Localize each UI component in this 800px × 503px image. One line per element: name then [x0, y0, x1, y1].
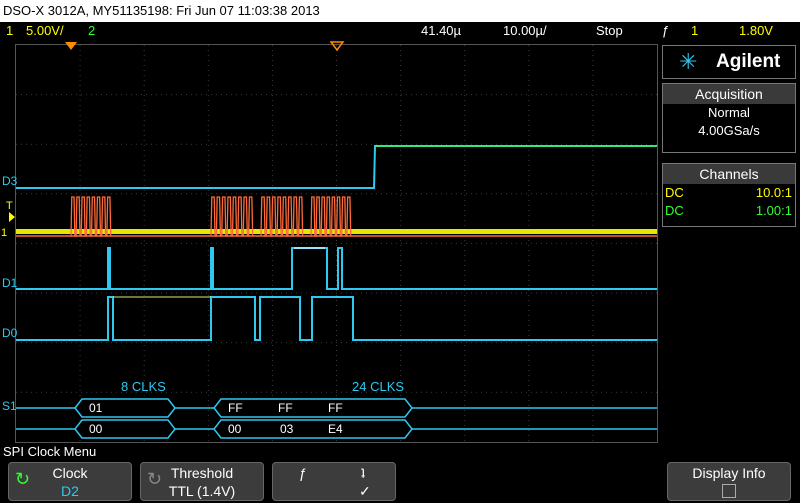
threshold-softkey[interactable]: ↻ Threshold TTL (1.4V)	[140, 462, 264, 501]
trigger-position-marker	[65, 42, 77, 50]
acquisition-header: Acquisition	[663, 84, 795, 104]
channel-1-probe-ratio: 10.0:1	[755, 185, 792, 200]
channels-panel[interactable]: Channels DC 10.0:1 DC 1.00:1	[662, 163, 796, 227]
clks-left-label: 8 CLKS	[121, 379, 166, 394]
miso-byte: 00	[89, 422, 103, 436]
horizontal-delay: 41.40µ	[421, 23, 462, 38]
ch1-ground-marker: 1	[1, 227, 7, 239]
run-state: Stop	[596, 23, 623, 38]
channels-header: Channels	[663, 164, 795, 184]
display-info-label: Display Info	[692, 465, 766, 481]
d1-label: D1	[2, 276, 18, 290]
channel-1-coupling: DC	[665, 185, 684, 200]
ch1-scale[interactable]: 5.00V/	[26, 22, 64, 40]
trigger-level-arrow	[9, 212, 15, 222]
ch1-number[interactable]: 1	[6, 22, 13, 40]
clock-edge-softkey[interactable]: ƒ ʇ ✓	[272, 462, 396, 501]
s1-label: S1	[2, 399, 17, 413]
channel-2-probe-ratio: 1.00:1	[755, 203, 792, 218]
window-title: DSO-X 3012A, MY51135198: Fri Jun 07 11:0…	[0, 0, 800, 22]
mosi-byte: FF	[228, 401, 243, 415]
acquisition-mode: Normal	[708, 105, 750, 120]
falling-edge-icon: ʇ	[361, 465, 365, 481]
graticule-grid	[16, 45, 657, 442]
channel-2-row: DC 1.00:1	[663, 202, 795, 220]
d3-label: D3	[2, 174, 18, 188]
mosi-packet-2	[213, 398, 413, 418]
channel-2-coupling: DC	[665, 203, 684, 218]
entry-knob-icon: ↻	[15, 469, 31, 489]
miso-byte: E4	[328, 422, 343, 436]
clock-softkey[interactable]: ↻ Clock D2	[8, 462, 132, 501]
trigger-edge-icon: ƒ	[662, 23, 670, 38]
rising-edge-icon: ƒ	[299, 465, 307, 481]
status-bar: 1 5.00V/ 2 41.40µ 10.00µ/ Stop ƒ 1 1.80V	[0, 22, 800, 40]
agilent-spark-icon: ✳	[679, 49, 698, 74]
sample-rate: 4.00GSa/s	[698, 123, 760, 138]
brand-panel: ✳ Agilent	[662, 45, 796, 79]
miso-byte: 03	[280, 422, 294, 436]
trigger-source: 1	[691, 23, 699, 38]
mosi-byte: FF	[278, 401, 293, 415]
clks-right-label: 24 CLKS	[352, 379, 404, 394]
d0-label: D0	[2, 326, 18, 340]
waveform-display: D3 T 1 D1 D0 8 CLKS 24 CLKS S1 01 FF FF …	[1, 41, 658, 443]
mosi-byte: FF	[328, 401, 343, 415]
display-info-softkey[interactable]: Display Info	[667, 462, 791, 501]
trigger-level-label: T	[6, 200, 13, 212]
acquisition-panel[interactable]: Acquisition Normal 4.00GSa/s	[662, 83, 796, 153]
miso-packet-2	[213, 419, 413, 439]
d3-trace	[16, 145, 657, 189]
ch2-number[interactable]: 2	[88, 22, 95, 40]
entry-knob-icon: ↻	[147, 469, 163, 489]
menu-title: SPI Clock Menu	[3, 444, 97, 459]
trigger-level: 1.80V	[739, 23, 773, 38]
edge-check-icon: ✓	[359, 483, 371, 499]
brand-name: Agilent	[716, 51, 781, 72]
channel-1-row: DC 10.0:1	[663, 184, 795, 202]
timebase-scale: 10.00µ/	[503, 23, 547, 38]
mosi-byte: 01	[89, 401, 103, 415]
miso-byte: 00	[228, 422, 242, 436]
display-info-checkbox[interactable]	[722, 484, 736, 498]
d0-trace	[16, 296, 657, 341]
d1-trace	[16, 247, 657, 290]
